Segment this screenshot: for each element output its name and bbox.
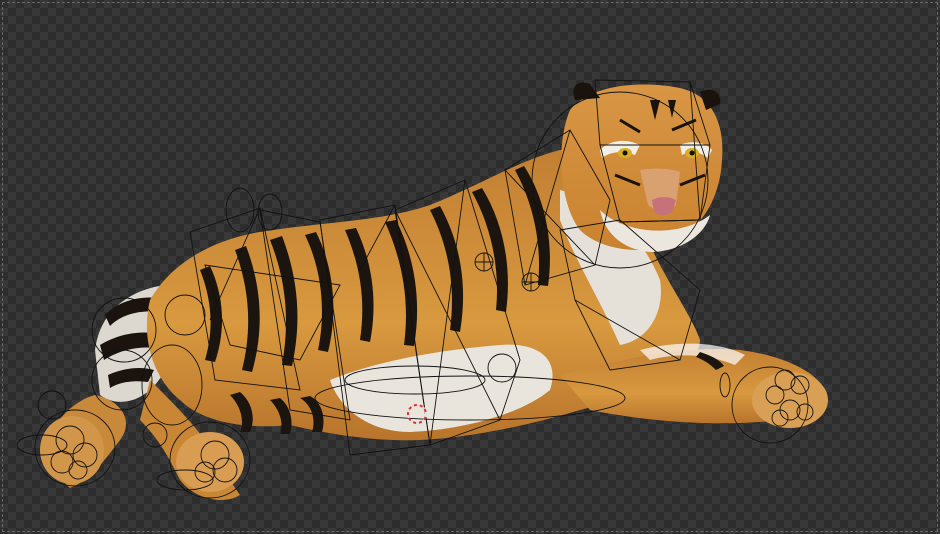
scene-canvas: [16, 79, 828, 500]
control-back-heel: [37, 390, 67, 420]
3d-viewport[interactable]: [0, 0, 940, 534]
control-hip-l: [225, 187, 255, 233]
